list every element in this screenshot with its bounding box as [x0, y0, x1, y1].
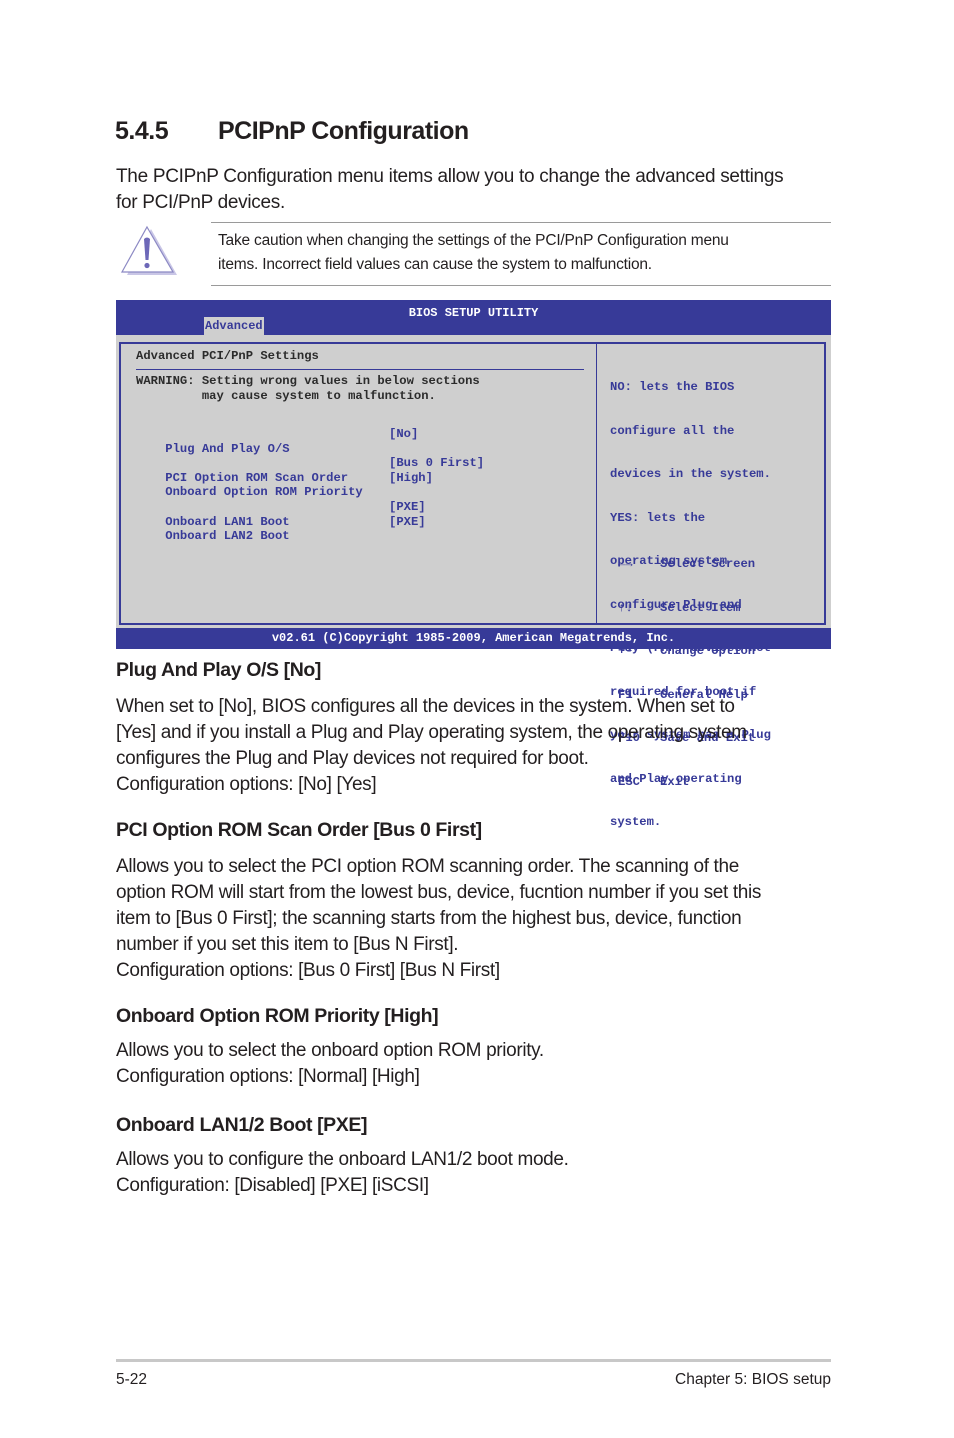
panel-title: Advanced PCI/PnP Settings	[136, 349, 319, 363]
item-label: Onboard LAN2 Boot	[165, 529, 290, 543]
body-line: item to [Bus 0 First]; the scanning star…	[116, 908, 742, 929]
body-line: configures the Plug and Play devices not…	[116, 748, 589, 769]
subsection-body: Allows you to select the onboard option …	[116, 1038, 836, 1090]
page-number: 5-22	[116, 1371, 148, 1388]
body-line: Allows you to select the onboard option …	[116, 1040, 544, 1061]
item-value[interactable]: [High]	[389, 471, 433, 486]
help-line: configure all the	[610, 423, 735, 438]
body-line: Configuration options: [Bus 0 First] [Bu…	[116, 960, 500, 981]
bios-item-lan2-boot[interactable]: Onboard LAN2 Boot	[136, 515, 290, 559]
warning-triangle-icon	[120, 225, 177, 275]
intro-line: The PCIPnP Configuration menu items allo…	[116, 166, 784, 187]
note-line: Take caution when changing the settings …	[218, 232, 729, 249]
bios-screen: BIOS SETUP UTILITY Advanced Advanced PCI…	[116, 300, 831, 829]
bios-status-bar: v02.61 (C)Copyright 1985-2009, American …	[116, 628, 831, 649]
key-row: ↑↓ Select Item	[618, 601, 755, 616]
bios-copyright: v02.61 (C)Copyright 1985-2009, American …	[271, 631, 676, 645]
section-number: 5.4.5	[115, 117, 169, 145]
subsection-heading: Onboard LAN1/2 Boot [PXE]	[116, 1114, 368, 1136]
help-line: NO: lets the BIOS	[610, 380, 735, 394]
intro-line: for PCI/PnP devices.	[116, 192, 285, 213]
warning-line: may cause system to malfunction.	[136, 388, 436, 403]
body-line: Configuration: [Disabled] [PXE] [iSCSI]	[116, 1175, 429, 1196]
item-label: Plug And Play O/S	[165, 441, 290, 456]
body-line: Configuration options: [No] [Yes]	[116, 774, 377, 795]
subsection-heading: Onboard Option ROM Priority [High]	[116, 1005, 439, 1027]
body-line: Allows you to select the PCI option ROM …	[116, 856, 739, 877]
bios-title-bar: BIOS SETUP UTILITY Advanced	[116, 300, 831, 335]
help-line: YES: lets the	[610, 510, 706, 525]
arrow-up-down-icon: ↑↓	[618, 600, 633, 615]
body-line: When set to [No], BIOS configures all th…	[116, 696, 735, 717]
arrow-left-right-icon: ←→	[618, 557, 633, 571]
panel-title-rule	[136, 369, 584, 370]
note-bottom-rule	[211, 285, 831, 286]
key-row: ←→ Select Screen	[618, 557, 755, 572]
subsection-body: When set to [No], BIOS configures all th…	[116, 694, 836, 798]
caution-note: Take caution when changing the settings …	[218, 229, 828, 277]
item-value[interactable]: [PXE]	[389, 500, 426, 515]
chapter-label: Chapter 5: BIOS setup	[675, 1371, 831, 1388]
item-label: Onboard Option ROM Priority	[165, 485, 363, 499]
item-value[interactable]: [Bus 0 First]	[389, 456, 484, 471]
help-line: devices in the system.	[610, 467, 771, 481]
subsection-heading: PCI Option ROM Scan Order [Bus 0 First]	[116, 819, 482, 841]
bios-panel-divider	[596, 343, 597, 624]
subsection-body: Allows you to select the PCI option ROM …	[116, 854, 836, 984]
body-line: [Yes] and if you install a Plug and Play…	[116, 722, 747, 743]
warning-line: WARNING: Setting wrong values in below s…	[136, 374, 480, 388]
intro-paragraph: The PCIPnP Configuration menu items allo…	[116, 164, 836, 216]
section-title: PCIPnP Configuration	[218, 117, 469, 145]
body-line: Allows you to configure the onboard LAN1…	[116, 1149, 569, 1170]
footer-rule	[116, 1359, 831, 1362]
item-value[interactable]: [PXE]	[389, 515, 426, 530]
tab-advanced[interactable]: Advanced	[204, 317, 264, 335]
body-line: Configuration options: [Normal] [High]	[116, 1066, 420, 1087]
subsection-body: Allows you to configure the onboard LAN1…	[116, 1147, 836, 1199]
note-top-rule	[211, 222, 831, 223]
key-action: Select Screen	[660, 557, 756, 571]
item-value[interactable]: [No]	[389, 427, 418, 442]
body-line: option ROM will start from the lowest bu…	[116, 882, 762, 903]
note-line: items. Incorrect field values can cause …	[218, 256, 652, 273]
key-action: Select Item	[660, 600, 741, 615]
body-line: number if you set this item to [Bus N Fi…	[116, 934, 459, 955]
subsection-heading: Plug And Play O/S [No]	[116, 659, 321, 681]
